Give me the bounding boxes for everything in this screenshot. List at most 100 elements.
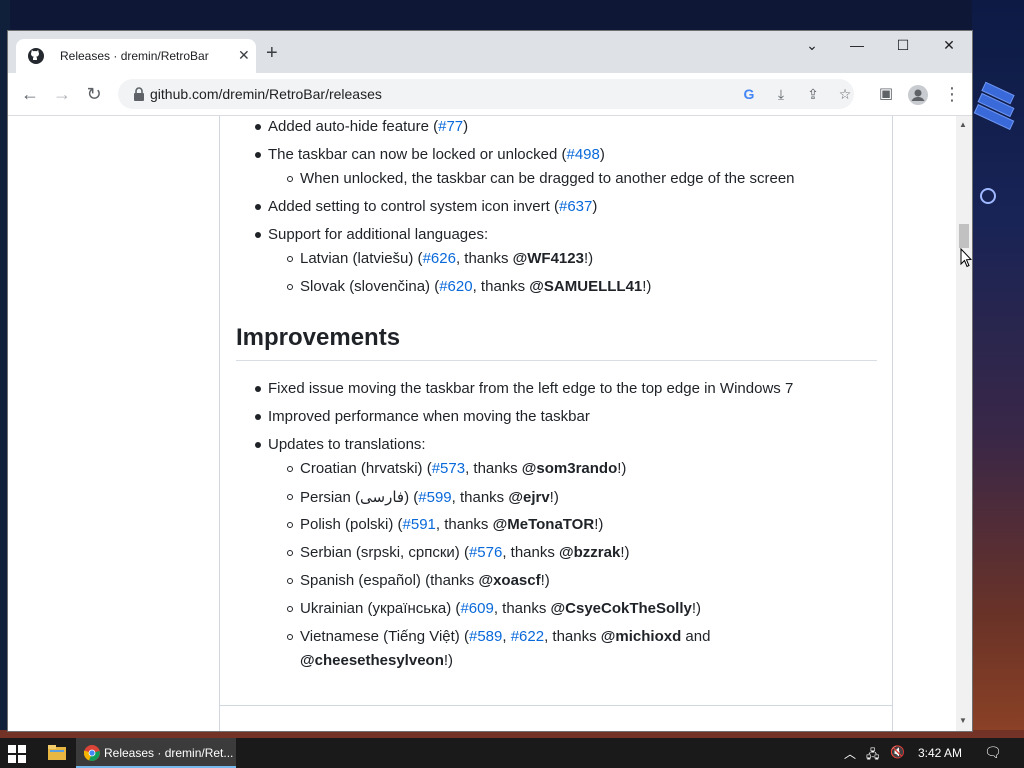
user-mention[interactable]: @michioxd: [601, 628, 681, 645]
issue-link[interactable]: #626: [423, 250, 456, 267]
heading-divider: [236, 360, 877, 361]
item-text: The taskbar can now be locked or unlocke…: [268, 146, 567, 163]
sub-list-item: When unlocked, the taskbar can be dragge…: [300, 170, 795, 187]
sub-list-item: Vietnamese (Tiếng Việt) (#589, #622, tha…: [300, 628, 710, 645]
item-text: Croatian (hrvatski) (: [300, 460, 432, 477]
tab-close-icon[interactable]: ✕: [238, 47, 250, 64]
list-item: The taskbar can now be locked or unlocke…: [268, 146, 605, 163]
user-mention[interactable]: @ejrv: [508, 489, 549, 506]
issue-link[interactable]: #573: [432, 460, 465, 477]
tab-search-dropdown-icon[interactable]: ⌄: [789, 31, 835, 61]
address-url[interactable]: github.com/dremin/RetroBar/releases: [150, 86, 382, 102]
issue-link[interactable]: #620: [439, 278, 472, 295]
item-text: !): [617, 460, 627, 477]
item-text: !): [620, 544, 630, 561]
user-mention[interactable]: @som3rando: [522, 460, 617, 477]
bookmark-star-icon[interactable]: ☆: [834, 84, 856, 106]
action-center-icon[interactable]: 🗨: [984, 744, 1002, 761]
item-text: !): [594, 516, 604, 533]
address-bar[interactable]: github.com/dremin/RetroBar/releases G ⤓ …: [118, 79, 854, 109]
menu-kebab-icon[interactable]: ⋮: [940, 83, 964, 107]
list-item: Support for additional languages:: [268, 226, 489, 243]
item-text: !): [642, 278, 652, 295]
issue-link[interactable]: #637: [559, 198, 592, 215]
mouse-cursor-icon: [960, 248, 972, 268]
sub-bullet: [287, 634, 293, 640]
item-text: Persian (فارسی) (: [300, 489, 419, 506]
improvements-heading: Improvements: [236, 324, 401, 351]
sub-list-item: Slovak (slovenčina) (#620, thanks @SAMUE…: [300, 278, 651, 295]
item-text: !): [443, 652, 454, 669]
sub-bullet: [287, 284, 293, 290]
user-mention[interactable]: @CsyeCokTheSolly: [551, 600, 692, 617]
item-text: , thanks: [465, 460, 522, 477]
bullet: [255, 204, 261, 210]
bullet: [255, 442, 261, 448]
maximize-button[interactable]: ☐: [880, 31, 926, 61]
install-app-icon[interactable]: ⤓: [770, 84, 792, 106]
user-mention[interactable]: @WF4123: [513, 250, 584, 267]
list-item: Added auto-hide feature (#77): [268, 118, 468, 135]
tab-strip: Releases · dremin/RetroBar ✕ + ⌄ — ☐ ✕: [8, 31, 972, 73]
issue-link[interactable]: #591: [403, 516, 436, 533]
sub-bullet: [287, 550, 293, 556]
issue-link[interactable]: #498: [567, 146, 600, 163]
item-text: , thanks: [493, 600, 551, 617]
sub-list-item: Polish (polski) (#591, thanks @MeTonaTOR…: [300, 516, 603, 533]
lock-icon: [134, 87, 144, 101]
user-mention[interactable]: @SAMUELLL41: [529, 278, 642, 295]
file-explorer-icon[interactable]: [48, 744, 66, 760]
windows-start-icon[interactable]: [8, 745, 26, 763]
back-icon[interactable]: ←: [18, 83, 42, 107]
google-lens-icon[interactable]: G: [738, 84, 760, 106]
issue-link[interactable]: #622: [511, 628, 544, 645]
close-window-button[interactable]: ✕: [926, 31, 972, 61]
tray-chevron-up-icon[interactable]: ︿: [844, 745, 856, 762]
item-text: Added setting to control system icon inv…: [268, 198, 559, 215]
content-border-left: [219, 116, 220, 731]
minimize-button[interactable]: —: [834, 31, 880, 61]
windows-taskbar: Releases · dremin/Ret... ︿ 🖧 🔇 3:42 AM 🗨: [0, 738, 1024, 768]
item-text: , thanks: [544, 628, 601, 645]
vertical-scrollbar[interactable]: ▲ ▼: [956, 116, 972, 731]
item-text: Ukrainian (українська) (: [300, 600, 461, 617]
profile-avatar-icon[interactable]: [906, 83, 930, 107]
network-icon[interactable]: 🖧: [866, 745, 879, 766]
side-panel-icon[interactable]: ▣: [874, 83, 898, 107]
item-text: Polish (polski) (: [300, 516, 403, 533]
sub-list-item: Ukrainian (українська) (#609, thanks @Cs…: [300, 600, 701, 617]
item-text: , thanks: [455, 250, 513, 267]
share-icon[interactable]: ⇪: [802, 84, 824, 106]
scroll-down-icon[interactable]: ▼: [959, 716, 967, 725]
scroll-up-icon[interactable]: ▲: [959, 120, 967, 129]
issue-link[interactable]: #609: [460, 600, 493, 617]
tab-releases[interactable]: Releases · dremin/RetroBar ✕: [16, 39, 256, 73]
desktop-background-right: [972, 0, 1024, 730]
user-mention[interactable]: @xoascf: [478, 572, 540, 589]
volume-muted-icon[interactable]: 🔇: [890, 745, 905, 759]
taskbar-clock[interactable]: 3:42 AM: [918, 746, 962, 760]
list-item: Updates to translations:: [268, 436, 426, 453]
issue-link[interactable]: #599: [418, 489, 451, 506]
new-tab-button[interactable]: +: [266, 43, 278, 63]
issue-link[interactable]: #77: [438, 118, 463, 135]
item-text: and: [681, 628, 711, 645]
item-text: , thanks: [472, 278, 530, 295]
tab-title: Releases · dremin/RetroBar: [60, 49, 209, 63]
item-text: Serbian (srpski, српски) (: [300, 544, 469, 561]
item-text: ): [599, 146, 605, 163]
issue-link[interactable]: #589: [469, 628, 502, 645]
user-mention[interactable]: @bzzrak: [559, 544, 620, 561]
sub-list-item: Persian (فارسی) (#599, thanks @ejrv!): [300, 488, 559, 506]
scrollbar-thumb[interactable]: [959, 224, 969, 248]
user-mention[interactable]: @cheesethesylveon: [300, 652, 444, 669]
forward-icon[interactable]: →: [50, 83, 74, 107]
reload-icon[interactable]: ↻: [82, 83, 106, 107]
user-mention[interactable]: @MeTonaTOR: [493, 516, 595, 533]
list-item: Fixed issue moving the taskbar from the …: [268, 380, 794, 397]
item-text: !): [583, 250, 594, 267]
sub-list-item: Spanish (español) (thanks @xoascf!): [300, 572, 550, 589]
issue-link[interactable]: #576: [469, 544, 502, 561]
taskbar-chrome-button[interactable]: Releases · dremin/Ret...: [76, 738, 236, 768]
item-text: !): [549, 489, 559, 506]
